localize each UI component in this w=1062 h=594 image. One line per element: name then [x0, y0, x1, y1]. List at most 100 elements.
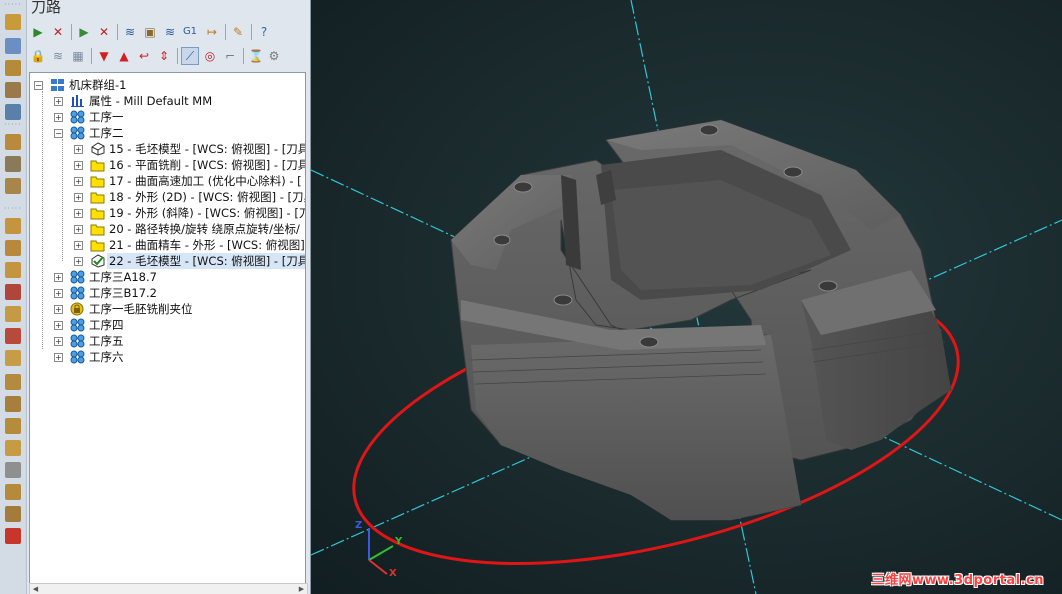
strip-icon-18[interactable] — [5, 418, 21, 434]
tree-item[interactable]: − 工序二 — [30, 125, 305, 141]
tree-item[interactable]: + 工序一 — [30, 109, 305, 125]
scroll-to-insert-icon[interactable]: ⇕ — [155, 47, 173, 65]
strip-icon-23[interactable] — [5, 528, 21, 544]
backplot-icon[interactable]: ≋ — [121, 23, 139, 41]
expand-icon[interactable]: + — [54, 289, 63, 298]
expand-icon[interactable]: + — [74, 241, 83, 250]
strip-icon-20[interactable] — [5, 462, 21, 478]
expand-icon[interactable]: + — [74, 145, 83, 154]
strip-grip[interactable]: ····· — [4, 205, 22, 213]
expand-icon[interactable]: + — [74, 209, 83, 218]
strip-icon-19[interactable] — [5, 440, 21, 456]
strip-icon-15[interactable] — [5, 350, 21, 366]
scroll-right-icon[interactable]: ▶ — [296, 584, 307, 594]
strip-icon-12[interactable] — [5, 284, 21, 300]
collapse-icon[interactable]: − — [34, 81, 43, 90]
strip-icon-2[interactable] — [5, 38, 21, 54]
strip-icon-22[interactable] — [5, 506, 21, 522]
move-down-icon[interactable]: ▼ — [95, 47, 113, 65]
show-selected-toolpaths-icon[interactable]: ⟋ — [181, 47, 199, 65]
toggle-display-icon[interactable]: ≋ — [49, 47, 67, 65]
tree-item[interactable]: + 工序三A18.7 — [30, 269, 305, 285]
expand-icon[interactable]: + — [74, 193, 83, 202]
strip-icon-1[interactable] — [5, 14, 21, 30]
operation-group-icon — [70, 286, 85, 300]
lock-icon[interactable]: 🔒 — [29, 47, 47, 65]
strip-icon-8[interactable] — [5, 178, 21, 194]
strip-icon-14[interactable] — [5, 328, 21, 344]
expand-icon[interactable]: + — [54, 273, 63, 282]
tree-item-label: 20 - 路径转换/旋转 绕原点旋转/坐标/ — [109, 222, 300, 236]
expand-icon[interactable]: + — [54, 97, 63, 106]
simulate-icon[interactable]: ≋ — [161, 23, 179, 41]
scroll-left-icon[interactable]: ◀ — [30, 584, 41, 594]
tree-item[interactable]: − 机床群组-1 — [30, 77, 305, 93]
tree-item[interactable]: + 属性 - Mill Default MM — [30, 93, 305, 109]
bolt-hole — [818, 280, 838, 292]
verify-icon[interactable]: ▣ — [141, 23, 159, 41]
wand-icon[interactable]: ✎ — [229, 23, 247, 41]
strip-icon-10[interactable] — [5, 240, 21, 256]
options-icon[interactable]: ⌐ — [221, 47, 239, 65]
tree-item[interactable]: +21 - 曲面精车 - 外形 - [WCS: 俯视图] — [30, 237, 305, 253]
tree-item-label: 19 - 外形 (斜降) - [WCS: 俯视图] - [刀 — [109, 206, 306, 220]
collapse-icon[interactable]: − — [54, 129, 63, 138]
strip-grip[interactable]: ····· — [4, 121, 22, 129]
g1-post-button[interactable]: G1 — [181, 23, 199, 41]
post-selected-icon[interactable]: ↦ — [203, 23, 221, 41]
tree-item[interactable]: + 工序四 — [30, 317, 305, 333]
show-selected-stock-icon[interactable]: ◎ — [201, 47, 219, 65]
settings-icon[interactable]: ⚙ — [265, 47, 283, 65]
tree-item[interactable]: +18 - 外形 (2D) - [WCS: 俯视图] - [刀具 — [30, 189, 305, 205]
folder-icon — [90, 174, 105, 188]
expand-icon[interactable]: + — [54, 113, 63, 122]
expand-icon[interactable]: + — [74, 161, 83, 170]
move-up-icon[interactable]: ▲ — [115, 47, 133, 65]
strip-grip[interactable]: ····· — [4, 1, 22, 9]
machined-part — [450, 119, 952, 521]
tree-item[interactable]: + 工序一毛胚铣削夹位 — [30, 301, 305, 317]
insert-arrow-icon[interactable]: ↩ — [135, 47, 153, 65]
post-toggle-icon[interactable]: ▦ — [69, 47, 87, 65]
strip-icon-5[interactable] — [5, 104, 21, 120]
tree-item[interactable]: +22 - 毛坯模型 - [WCS: 俯视图] - [刀具 — [30, 253, 305, 269]
strip-icon-9[interactable] — [5, 218, 21, 234]
tree-item[interactable]: +16 - 平面铣削 - [WCS: 俯视图] - [刀具 — [30, 157, 305, 173]
regenerate-dirty-icon[interactable]: ✕ — [95, 23, 113, 41]
deselect-all-icon[interactable]: ✕ — [49, 23, 67, 41]
tree-item[interactable]: + 工序五 — [30, 333, 305, 349]
tree-item[interactable]: +19 - 外形 (斜降) - [WCS: 俯视图] - [刀 — [30, 205, 305, 221]
tree-item-label: 22 - 毛坯模型 - [WCS: 俯视图] - [刀具 — [107, 253, 305, 269]
tree-item[interactable]: + 工序六 — [30, 349, 305, 365]
strip-icon-21[interactable] — [5, 484, 21, 500]
regenerate-selected-icon[interactable]: ▶ — [75, 23, 93, 41]
strip-icon-3[interactable] — [5, 60, 21, 76]
strip-icon-13[interactable] — [5, 306, 21, 322]
strip-icon-17[interactable] — [5, 396, 21, 412]
expand-icon[interactable]: + — [54, 337, 63, 346]
operation-group-icon — [70, 350, 85, 364]
strip-icon-16[interactable] — [5, 374, 21, 390]
expand-icon[interactable]: + — [54, 321, 63, 330]
expand-icon[interactable]: + — [54, 353, 63, 362]
folder-icon — [90, 206, 105, 220]
expand-icon[interactable]: + — [54, 305, 63, 314]
properties-icon — [70, 94, 85, 108]
tree-item[interactable]: + 工序三B17.2 — [30, 285, 305, 301]
strip-icon-7[interactable] — [5, 156, 21, 172]
graphics-viewport[interactable]: Z Y X 三维网www.3dportal.cn — [311, 0, 1062, 594]
select-all-operations-icon[interactable]: ▶ — [29, 23, 47, 41]
tree-horizontal-scrollbar[interactable]: ◀ ▶ — [29, 583, 308, 594]
filter-icon[interactable]: ⌛ — [247, 47, 265, 65]
expand-icon[interactable]: + — [74, 177, 83, 186]
expand-icon[interactable]: + — [74, 257, 83, 266]
strip-icon-11[interactable] — [5, 262, 21, 278]
operations-tree[interactable]: − 机床群组-1 + 属性 - Mill Default MM + 工序一 − 工序二 +15 … — [29, 72, 306, 584]
expand-icon[interactable]: + — [74, 225, 83, 234]
tree-item[interactable]: +20 - 路径转换/旋转 绕原点旋转/坐标/ — [30, 221, 305, 237]
strip-icon-6[interactable] — [5, 134, 21, 150]
help-icon[interactable]: ? — [255, 23, 273, 41]
tree-item[interactable]: +17 - 曲面高速加工 (优化中心除料) - [ — [30, 173, 305, 189]
strip-icon-4[interactable] — [5, 82, 21, 98]
tree-item[interactable]: +15 - 毛坯模型 - [WCS: 俯视图] - [刀具 — [30, 141, 305, 157]
